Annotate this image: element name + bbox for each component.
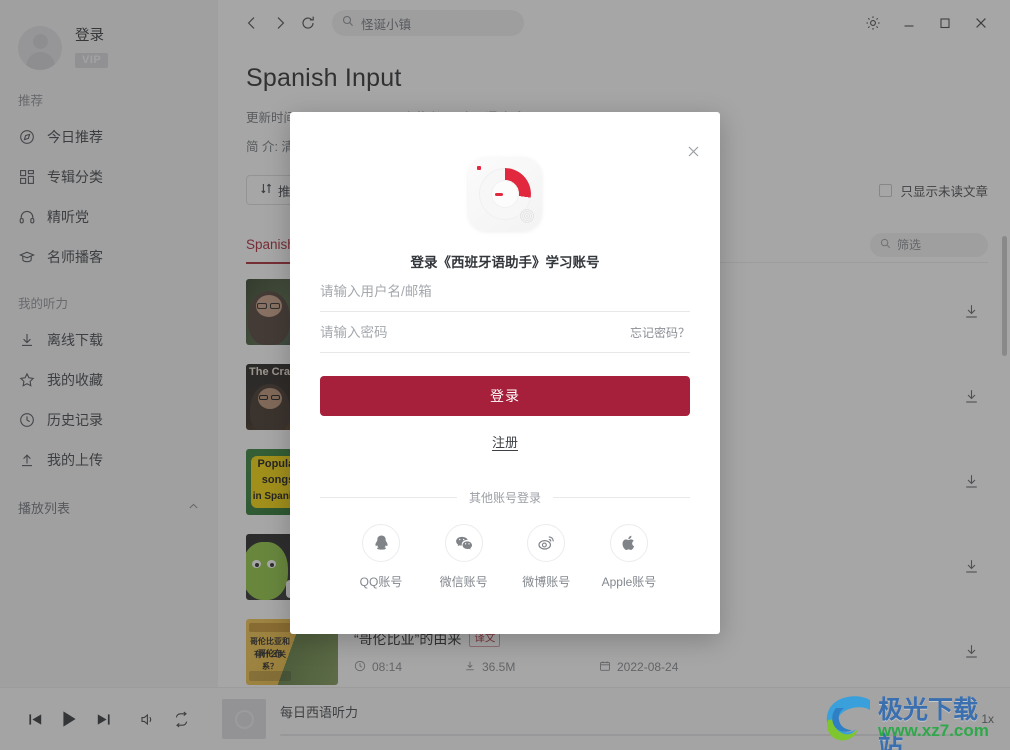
app-window: 登录 VIP 推荐 今日推荐 专辑分类 精听党 名师播客 我的听力 离线下载 我… xyxy=(0,0,1010,750)
password-field-row[interactable]: 忘记密码？ xyxy=(320,312,690,353)
close-icon[interactable] xyxy=(680,138,706,164)
social-login-wechat[interactable]: 微信账号 xyxy=(428,524,500,590)
apple-icon xyxy=(609,524,648,562)
social-login-row: QQ账号 微信账号 微博账号 Apple账号 xyxy=(345,524,665,590)
divider-line-left xyxy=(320,497,457,498)
qq-icon xyxy=(362,524,400,562)
login-button[interactable]: 登录 xyxy=(320,376,690,416)
social-label: Apple账号 xyxy=(601,575,657,589)
dialog-heading: 登录《西班牙语助手》学习账号 xyxy=(410,255,600,270)
divider-label: 其他账号登录 xyxy=(469,491,542,505)
app-logo-icon xyxy=(468,157,542,231)
social-label: 微博账号 xyxy=(522,575,571,589)
weibo-icon xyxy=(527,524,566,562)
social-login-apple[interactable]: Apple账号 xyxy=(593,524,665,590)
wechat-icon xyxy=(444,524,483,562)
divider-line-right xyxy=(553,497,691,498)
social-login-qq[interactable]: QQ账号 xyxy=(345,524,417,590)
forgot-password-link[interactable]: 忘记密码？ xyxy=(630,324,690,341)
social-login-weibo[interactable]: 微博账号 xyxy=(510,524,582,590)
username-field-row[interactable] xyxy=(320,271,690,312)
login-dialog: 登录《西班牙语助手》学习账号 忘记密码？ 登录 注册 其他账号登录 QQ账号 xyxy=(290,112,720,634)
register-link[interactable]: 注册 xyxy=(492,432,518,451)
social-label: QQ账号 xyxy=(359,575,403,589)
social-label: 微信账号 xyxy=(439,575,488,589)
other-login-divider: 其他账号登录 xyxy=(320,489,691,506)
password-input[interactable] xyxy=(320,324,620,340)
username-input[interactable] xyxy=(320,283,690,299)
